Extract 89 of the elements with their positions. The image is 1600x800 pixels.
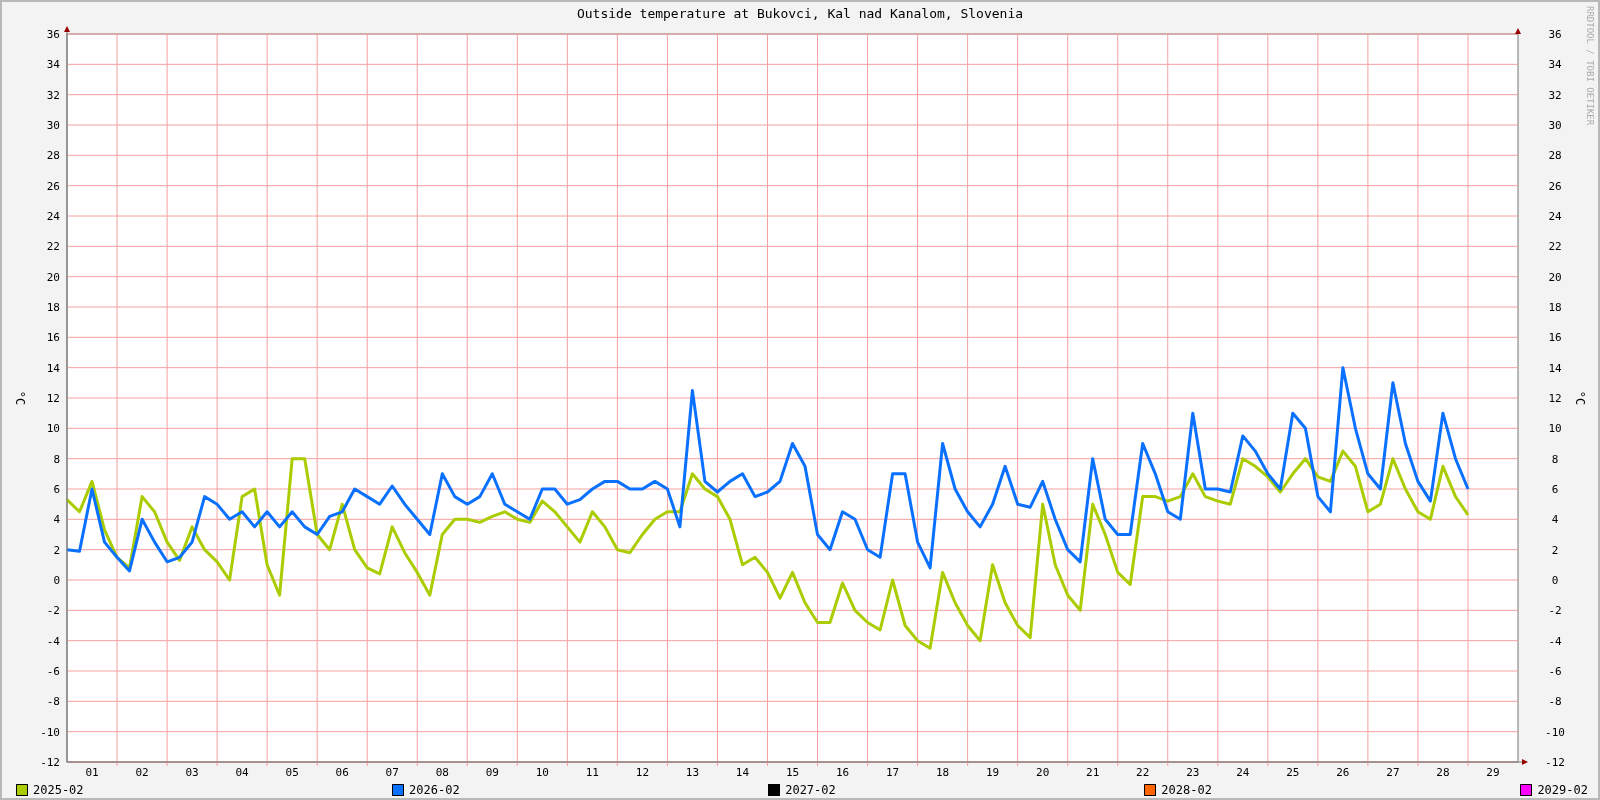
chart-title: Outside temperature at Bukovci, Kal nad Kanalom, Slovenia bbox=[576, 6, 1024, 22]
x-tick-label: 17 bbox=[885, 766, 900, 779]
x-tick-label: 01 bbox=[85, 766, 99, 779]
y-tick-label: 10 bbox=[1548, 422, 1562, 436]
x-tick-label: 21 bbox=[1086, 766, 1100, 779]
y-tick-label: 16 bbox=[46, 331, 60, 345]
y-tick-label: -6 bbox=[46, 665, 60, 678]
x-tick-label: 04 bbox=[235, 766, 249, 779]
credit-text: RRDTOOL / TOBI OETIKER bbox=[1585, 6, 1595, 126]
y-tick-label: 2 bbox=[53, 543, 60, 557]
legend-label: 2027-02 bbox=[785, 783, 836, 797]
y-tick-label: -10 bbox=[40, 725, 60, 739]
x-tick-label: 12 bbox=[635, 766, 649, 779]
legend-label: 2025-02 bbox=[33, 783, 84, 797]
y-tick-label: 22 bbox=[1548, 240, 1562, 254]
legend-label: 2026-02 bbox=[409, 783, 460, 797]
x-tick-label: 28 bbox=[1436, 766, 1450, 779]
x-tick-label: 10 bbox=[535, 766, 549, 779]
y-tick-label: 4 bbox=[53, 513, 60, 527]
x-tick-label: 09 bbox=[485, 766, 499, 779]
x-tick-label: 08 bbox=[435, 766, 449, 779]
y-tick-label: 12 bbox=[1548, 392, 1562, 405]
y-tick-label: 4 bbox=[1551, 513, 1559, 527]
y-tick-label: 12 bbox=[46, 392, 60, 405]
x-tick-label: 19 bbox=[986, 766, 1000, 779]
y-tick-label: 8 bbox=[53, 452, 60, 466]
y-tick-label: -2 bbox=[1548, 604, 1562, 618]
y-tick-label: 20 bbox=[1548, 270, 1562, 284]
y-tick-label: 36 bbox=[46, 28, 60, 41]
y-tick-label: 6 bbox=[1551, 483, 1559, 496]
x-tick-label: 15 bbox=[785, 766, 800, 779]
y-tick-label: 36 bbox=[1548, 28, 1562, 41]
legend-label: 2028-02 bbox=[1161, 783, 1212, 797]
y-axis-label: °C bbox=[1573, 390, 1587, 406]
y-tick-label: 8 bbox=[1551, 452, 1559, 466]
y-tick-label: 14 bbox=[1548, 361, 1562, 375]
y-tick-label: 16 bbox=[1548, 331, 1562, 345]
y-tick-label: -12 bbox=[1545, 756, 1565, 769]
x-tick-label: 29 bbox=[1486, 766, 1500, 779]
y-tick-label: 26 bbox=[1548, 179, 1562, 193]
y-tick-label: 30 bbox=[46, 119, 60, 132]
y-tick-label: -2 bbox=[46, 604, 60, 618]
y-tick-label: 28 bbox=[46, 149, 60, 163]
y-tick-label: -4 bbox=[1548, 634, 1562, 648]
y-tick-label: -6 bbox=[1548, 665, 1562, 678]
y-tick-label: 24 bbox=[46, 210, 60, 223]
x-tick-label: 05 bbox=[285, 766, 299, 779]
y-tick-label: -12 bbox=[40, 756, 60, 769]
y-tick-label: 32 bbox=[46, 88, 60, 102]
y-tick-label: -10 bbox=[1545, 725, 1565, 739]
y-tick-label: 20 bbox=[46, 270, 60, 284]
y-tick-label: 6 bbox=[53, 483, 60, 496]
y-tick-label: -8 bbox=[1548, 695, 1562, 709]
y-tick-label: 34 bbox=[46, 58, 60, 72]
x-tick-label: 14 bbox=[735, 766, 750, 779]
x-tick-label: 20 bbox=[1036, 766, 1050, 779]
y-tick-label: 2 bbox=[1551, 543, 1559, 557]
x-tick-label: 25 bbox=[1286, 766, 1300, 779]
x-tick-label: 24 bbox=[1236, 766, 1250, 779]
y-tick-label: 30 bbox=[1548, 119, 1562, 132]
y-tick-label: 0 bbox=[53, 574, 60, 587]
y-tick-label: 28 bbox=[1548, 149, 1562, 163]
arrowhead-icon bbox=[1515, 28, 1521, 34]
y-tick-label: 10 bbox=[46, 422, 60, 436]
y-tick-label: 32 bbox=[1548, 88, 1562, 102]
x-tick-label: 26 bbox=[1336, 766, 1350, 779]
y-tick-label: -8 bbox=[46, 695, 60, 709]
x-tick-label: 03 bbox=[185, 766, 199, 779]
legend-label: 2029-02 bbox=[1537, 783, 1588, 797]
x-tick-label: 16 bbox=[835, 766, 850, 779]
x-tick-label: 22 bbox=[1136, 766, 1150, 779]
y-tick-label: 22 bbox=[46, 240, 60, 254]
y-tick-label: 18 bbox=[1548, 301, 1562, 314]
y-tick-label: 26 bbox=[46, 179, 60, 193]
y-tick-label: 34 bbox=[1548, 58, 1562, 72]
x-tick-label: 18 bbox=[936, 766, 950, 779]
y-tick-label: 14 bbox=[46, 361, 60, 375]
x-tick-label: 11 bbox=[585, 766, 599, 779]
x-tick-label: 13 bbox=[685, 766, 700, 779]
x-tick-label: 23 bbox=[1186, 766, 1200, 779]
x-tick-label: 02 bbox=[135, 766, 149, 779]
x-tick-label: 06 bbox=[335, 766, 349, 779]
x-tick-label: 27 bbox=[1386, 766, 1400, 779]
y-tick-label: 0 bbox=[1551, 574, 1559, 587]
y-tick-label: -4 bbox=[46, 634, 60, 648]
y-tick-label: 24 bbox=[1548, 210, 1562, 223]
y-tick-label: 18 bbox=[46, 301, 60, 314]
x-tick-label: 07 bbox=[385, 766, 399, 779]
y-axis-label: °C bbox=[13, 390, 27, 406]
